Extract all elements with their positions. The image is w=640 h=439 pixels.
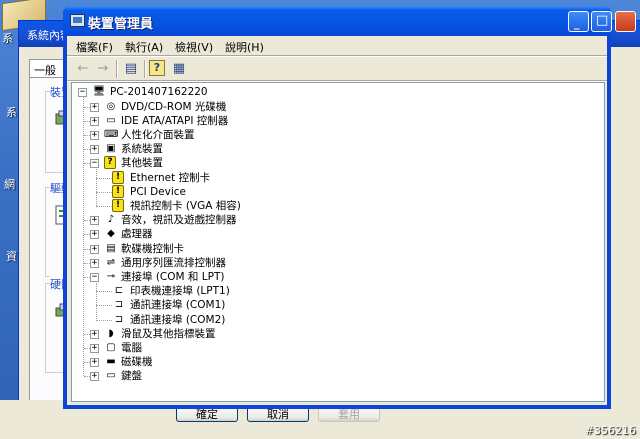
device-manager-app-icon <box>70 14 85 27</box>
show-hide-tree-icon[interactable]: ▤ <box>121 60 141 78</box>
tree-item-label: DVD/CD-ROM 光碟機 <box>121 100 227 113</box>
expand-icon[interactable]: + <box>90 258 99 268</box>
tree-connector <box>96 305 112 307</box>
warning-device-icon: ! <box>112 184 124 198</box>
tree-item-label: 通用序列匯流排控制器 <box>121 256 226 269</box>
window-client-area: 檔案(F) 執行(A) 檢視(V) 說明(H) ← → ▤ ? ▦ − 🖥 PC… <box>67 36 607 405</box>
tree-item-label: 通訊連接埠 (COM2) <box>130 313 226 326</box>
expand-icon[interactable]: + <box>90 230 99 240</box>
expand-icon[interactable]: + <box>90 216 99 226</box>
tree-item-label: 鍵盤 <box>121 370 142 383</box>
toolbar-separator <box>144 60 146 78</box>
usb-icon: ⇌ <box>106 256 116 268</box>
tree-connector <box>96 282 97 320</box>
tree-item-label: 電腦 <box>121 341 142 354</box>
expand-icon[interactable]: + <box>90 372 99 382</box>
tree-item-label: 視訊控制卡 (VGA 相容) <box>130 199 241 212</box>
mouse-icon: ◗ <box>108 327 114 339</box>
tree-item-label: 處理器 <box>121 228 153 241</box>
menu-bar: 檔案(F) 執行(A) 檢視(V) 說明(H) <box>67 36 607 56</box>
expand-icon[interactable]: + <box>90 358 99 368</box>
minimize-button[interactable]: _ <box>568 11 589 32</box>
tree-connector <box>96 191 112 193</box>
desktop-side-label: 資 <box>6 250 17 263</box>
close-button-offscreen <box>615 11 636 32</box>
expand-icon[interactable]: + <box>90 329 99 339</box>
disk-icon: ▬ <box>106 356 116 368</box>
device-tree[interactable]: − 🖥 PC-201407162220 + ◎ DVD/CD-ROM 光碟機 + ▭ ID… <box>71 82 605 402</box>
tree-item-label: Ethernet 控制卡 <box>130 171 211 184</box>
system-device-icon: ▣ <box>106 143 116 155</box>
other-device-icon: ? <box>104 156 116 170</box>
tree-root-label: PC-201407162220 <box>110 86 208 98</box>
maximize-icon: □ <box>596 13 609 28</box>
cdrom-icon: ◎ <box>106 100 116 112</box>
properties-icon[interactable]: ? <box>149 60 165 76</box>
ide-controller-icon: ▭ <box>106 114 116 126</box>
expand-icon[interactable]: + <box>90 244 99 254</box>
collapse-icon[interactable]: − <box>90 159 99 169</box>
window-title: 裝置管理員 <box>88 17 154 32</box>
sound-icon: ♪ <box>107 214 115 226</box>
toolbar: ← → ▤ ? ▦ <box>67 57 607 81</box>
maximize-button[interactable]: □ <box>591 11 612 32</box>
tree-item-label: 磁碟機 <box>121 356 153 369</box>
expand-icon[interactable]: + <box>90 116 99 126</box>
toolbar-separator <box>116 60 118 78</box>
processor-icon: ◆ <box>107 228 115 240</box>
desktop-side-label: 網 <box>4 178 15 191</box>
title-bar[interactable]: 裝置管理員 _ □ <box>63 6 612 36</box>
tree-item-label: 滑鼠及其他指標裝置 <box>121 327 216 340</box>
tree-item-label: PCI Device <box>130 185 187 198</box>
tree-connector <box>96 177 112 179</box>
help-pane-icon[interactable]: ▦ <box>169 60 189 78</box>
warning-device-icon: ! <box>112 198 124 212</box>
computer-icon: 🖥 <box>92 86 106 97</box>
tree-item-label: IDE ATA/ATAPI 控制器 <box>121 114 229 127</box>
tree-connector <box>96 319 112 321</box>
tree-item-label: 系統裝置 <box>121 143 163 156</box>
tree-item-label: 音效，視訊及遊戲控制器 <box>121 214 237 227</box>
back-icon[interactable]: ← <box>73 60 93 78</box>
port-icon: ⊸ <box>106 270 116 282</box>
tree-connector <box>96 169 97 206</box>
menu-action[interactable]: 執行(A) <box>125 39 163 55</box>
tree-item-label: 人性化介面裝置 <box>121 128 195 141</box>
computer-icon: ▢ <box>106 341 116 353</box>
tree-item-label: 軟碟機控制卡 <box>121 242 184 255</box>
tree-connector <box>83 97 84 377</box>
tree-item-label: 印表機連接埠 (LPT1) <box>130 285 230 298</box>
collapse-icon[interactable]: − <box>90 272 99 282</box>
warning-device-icon: ! <box>112 170 124 184</box>
device-manager-window: 裝置管理員 _ □ 檔案(F) 執行(A) 檢視(V) 說明(H) ← → ▤ … <box>63 6 636 409</box>
com-port-icon: ⊐ <box>114 299 124 311</box>
forward-icon[interactable]: → <box>93 60 113 78</box>
tree-item-label: 連接埠 (COM 和 LPT) <box>121 270 225 283</box>
tree-connector <box>96 291 112 293</box>
tree-connector <box>96 205 112 207</box>
expand-icon[interactable]: + <box>90 102 99 112</box>
collapse-icon[interactable]: − <box>78 88 87 97</box>
menu-help[interactable]: 說明(H) <box>225 39 264 55</box>
menu-view[interactable]: 檢視(V) <box>175 39 213 55</box>
floppy-controller-icon: ▤ <box>106 242 116 254</box>
expand-icon[interactable]: + <box>90 343 99 353</box>
expand-icon[interactable]: + <box>90 145 99 155</box>
minimize-icon: _ <box>574 17 580 30</box>
expand-icon[interactable]: + <box>90 130 99 140</box>
menu-file[interactable]: 檔案(F) <box>76 39 113 55</box>
com-port-icon: ⊐ <box>114 313 124 325</box>
tree-item-label: 通訊連接埠 (COM1) <box>130 299 226 312</box>
watermark: #356216 <box>584 424 636 437</box>
tree-item-label: 其他裝置 <box>121 157 163 170</box>
desktop-side-label: 系 <box>6 106 17 119</box>
hid-icon: ⌨ <box>104 128 119 140</box>
printer-port-icon: ⊏ <box>114 285 124 297</box>
keyboard-icon: ▭ <box>106 370 116 382</box>
desktop-side-label: 系 <box>2 32 13 45</box>
